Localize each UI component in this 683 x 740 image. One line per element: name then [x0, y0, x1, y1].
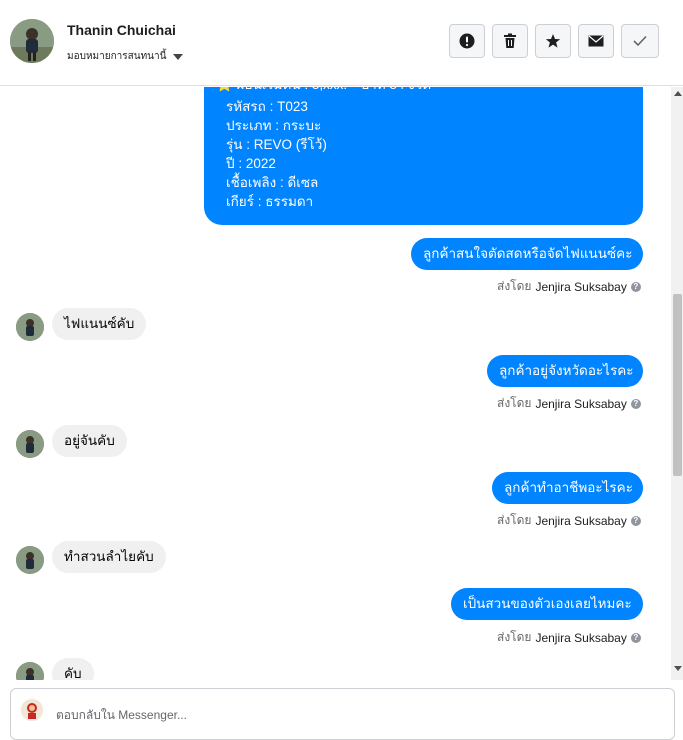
mark-done-button[interactable] — [621, 24, 659, 58]
sent-by-label: ส่งโดย Jenjira Suksabay ? — [497, 511, 641, 530]
scroll-up-arrow-icon[interactable] — [674, 91, 682, 96]
sent-by-label: ส่งโดย Jenjira Suksabay ? — [497, 277, 641, 296]
contact-avatar-small — [16, 313, 44, 341]
assign-conversation-dropdown[interactable]: มอบหมายการสนทนานี้ — [67, 49, 184, 64]
exclamation-circle-icon — [459, 33, 475, 49]
page-avatar — [21, 699, 43, 721]
sender-name: Jenjira Suksabay — [535, 630, 627, 645]
star-icon — [545, 34, 561, 48]
sender-name: Jenjira Suksabay — [535, 279, 627, 294]
trash-icon — [504, 33, 516, 48]
sent-by-prefix: ส่งโดย — [497, 630, 532, 644]
assign-label: มอบหมายการสนทนานี้ — [67, 51, 167, 62]
contact-name: Thanin Chuichai — [67, 22, 176, 38]
scroll-down-arrow-icon[interactable] — [674, 666, 682, 671]
sent-by-prefix: ส่งโดย — [497, 279, 532, 293]
question-icon[interactable]: ? — [630, 515, 641, 526]
mark-spam-button[interactable] — [449, 24, 485, 58]
question-icon[interactable]: ? — [630, 398, 641, 409]
contact-avatar-small — [16, 662, 44, 680]
message-thread[interactable]: ⭐ ผ่อนเริ่มต้น : 8,xxx.-* บาท 84 งวด รหั… — [0, 87, 670, 680]
star-button[interactable] — [535, 24, 571, 58]
outgoing-message[interactable]: ลูกค้าอยู่จังหวัดอะไรคะ — [487, 355, 643, 387]
scrollbar-thumb[interactable] — [673, 294, 682, 476]
card-line-installment: ⭐ ผ่อนเริ่มต้น : 8,xxx.-* บาท 84 งวด — [216, 87, 431, 95]
outgoing-message[interactable]: เป็นสวนของตัวเองเลยไหมคะ — [451, 588, 643, 620]
mark-unread-button[interactable] — [578, 24, 614, 58]
sent-by-label: ส่งโดย Jenjira Suksabay ? — [497, 394, 641, 413]
reply-composer[interactable]: ตอบกลับใน Messenger... — [10, 688, 675, 740]
contact-avatar-small — [16, 546, 44, 574]
delete-button[interactable] — [492, 24, 528, 58]
incoming-message[interactable]: ไฟแนนซ์คับ — [52, 308, 147, 340]
product-card-message: ⭐ ผ่อนเริ่มต้น : 8,xxx.-* บาท 84 งวด รหั… — [204, 87, 643, 225]
caret-down-icon — [173, 53, 184, 60]
outgoing-message[interactable]: ลูกค้าสนใจตัดสดหรือจัดไฟแนนซ์คะ — [411, 238, 643, 270]
envelope-icon — [588, 35, 604, 47]
question-icon[interactable]: ? — [630, 281, 641, 292]
incoming-message[interactable]: คับ — [52, 658, 94, 680]
contact-avatar-small — [16, 430, 44, 458]
sender-name: Jenjira Suksabay — [535, 396, 627, 411]
card-line-gear: เกียร์ : ธรรมดา — [226, 194, 314, 209]
contact-avatar[interactable] — [10, 19, 54, 63]
outgoing-message[interactable]: ลูกค้าทำอาชีพอะไรคะ — [492, 472, 643, 504]
reply-input-placeholder[interactable]: ตอบกลับใน Messenger... — [56, 706, 187, 725]
sent-by-prefix: ส่งโดย — [497, 396, 532, 410]
checkmark-icon — [633, 35, 647, 47]
sender-name: Jenjira Suksabay — [535, 513, 627, 528]
incoming-message[interactable]: อยู่จันคับ — [52, 425, 127, 457]
sent-by-label: ส่งโดย Jenjira Suksabay ? — [497, 628, 641, 647]
sent-by-prefix: ส่งโดย — [497, 513, 532, 527]
incoming-message[interactable]: ทำสวนลำไยคับ — [52, 541, 166, 573]
question-icon[interactable]: ? — [630, 632, 641, 643]
conversation-header: Thanin Chuichai มอบหมายการสนทนานี้ — [0, 0, 683, 86]
